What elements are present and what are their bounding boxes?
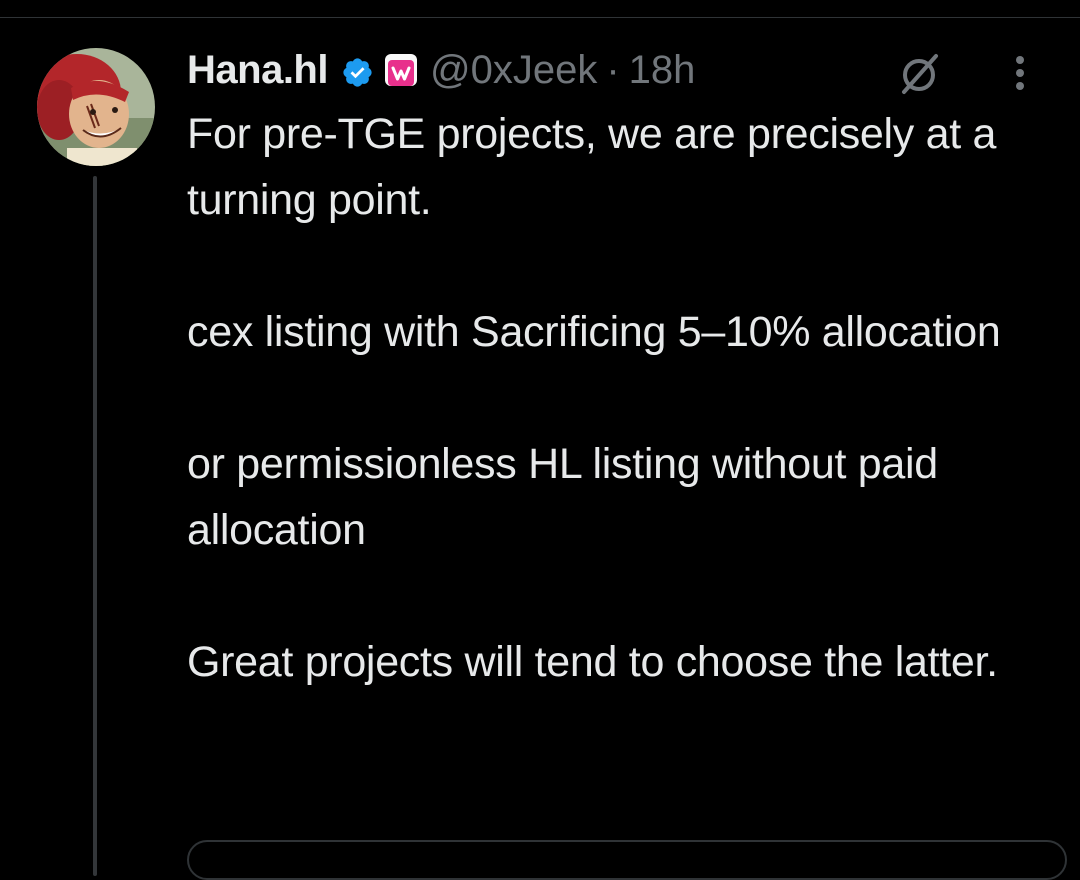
author-handle[interactable]: @0xJeek: [430, 48, 597, 93]
affiliate-badge-icon[interactable]: [384, 54, 417, 86]
tweet-body: For pre-TGE projects, we are precisely a…: [187, 101, 1067, 695]
verified-badge-icon[interactable]: [341, 54, 374, 87]
tweet-paragraph: cex listing with Sacrificing 5–10% alloc…: [187, 308, 1001, 356]
tweet-paragraph: or permissionless HL listing without pai…: [187, 440, 938, 554]
grok-icon[interactable]: [896, 50, 942, 96]
author-display-name[interactable]: Hana.hl: [187, 48, 328, 93]
more-vertical-icon[interactable]: [1007, 50, 1033, 96]
top-divider: [0, 17, 1080, 18]
separator-dot: ·: [606, 47, 620, 92]
tweet-paragraph: Great projects will tend to choose the l…: [187, 638, 998, 686]
quoted-tweet-card[interactable]: [187, 840, 1067, 880]
thread-connector-line: [93, 176, 97, 876]
avatar[interactable]: [37, 48, 155, 166]
anime-character-avatar-icon: [37, 48, 155, 166]
tweet-paragraph: For pre-TGE projects, we are precisely a…: [187, 110, 997, 224]
timestamp[interactable]: 18h: [629, 48, 696, 93]
